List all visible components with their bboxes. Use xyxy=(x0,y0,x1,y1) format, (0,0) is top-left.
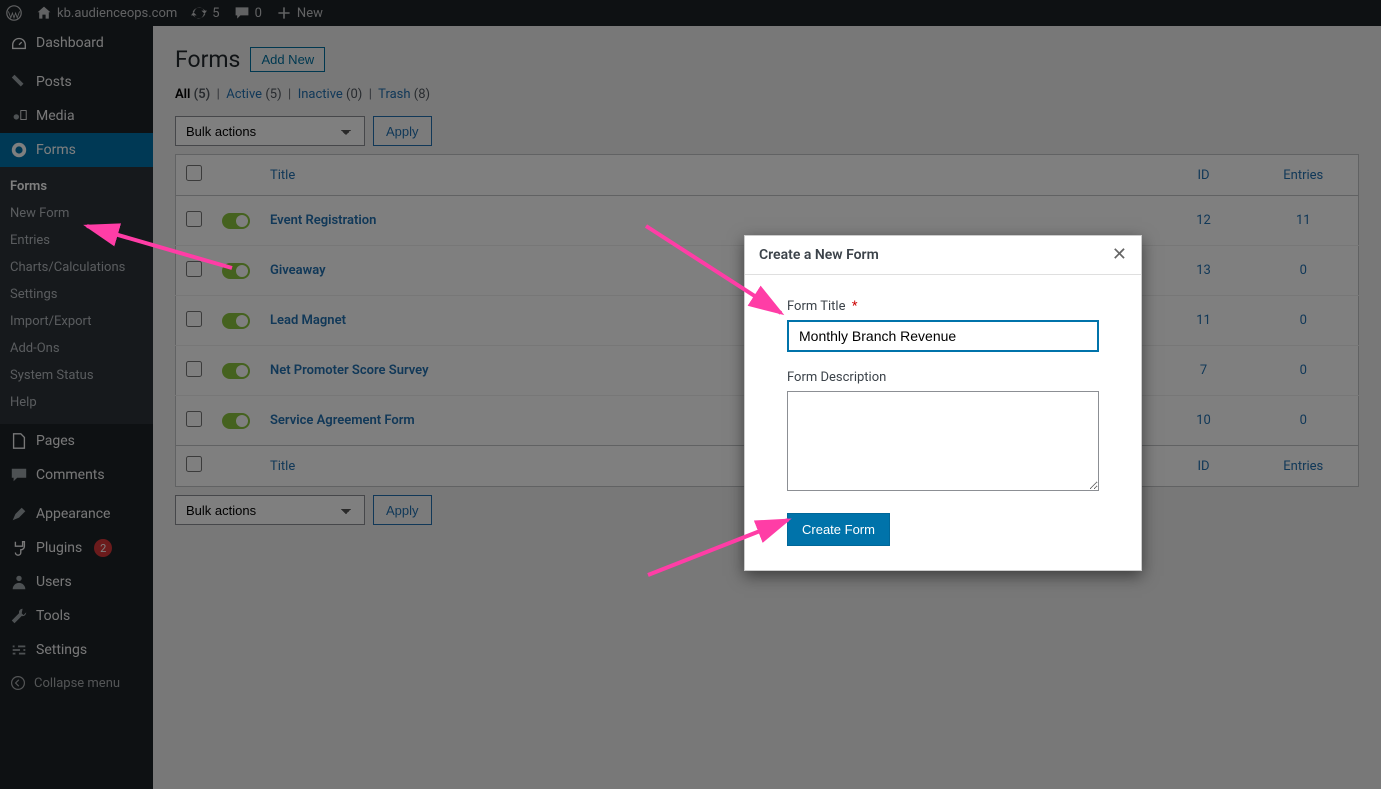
modal-close-icon[interactable]: ✕ xyxy=(1112,246,1127,264)
create-form-modal: Create a New Form ✕ Form Title * Form De… xyxy=(744,235,1142,571)
form-desc-textarea[interactable] xyxy=(787,391,1099,491)
modal-overlay[interactable] xyxy=(0,0,1381,789)
modal-title: Create a New Form xyxy=(759,247,879,263)
form-title-label: Form Title * xyxy=(787,299,1099,314)
form-desc-label: Form Description xyxy=(787,370,1099,385)
form-title-input[interactable] xyxy=(787,320,1099,352)
create-form-button[interactable]: Create Form xyxy=(787,513,890,546)
